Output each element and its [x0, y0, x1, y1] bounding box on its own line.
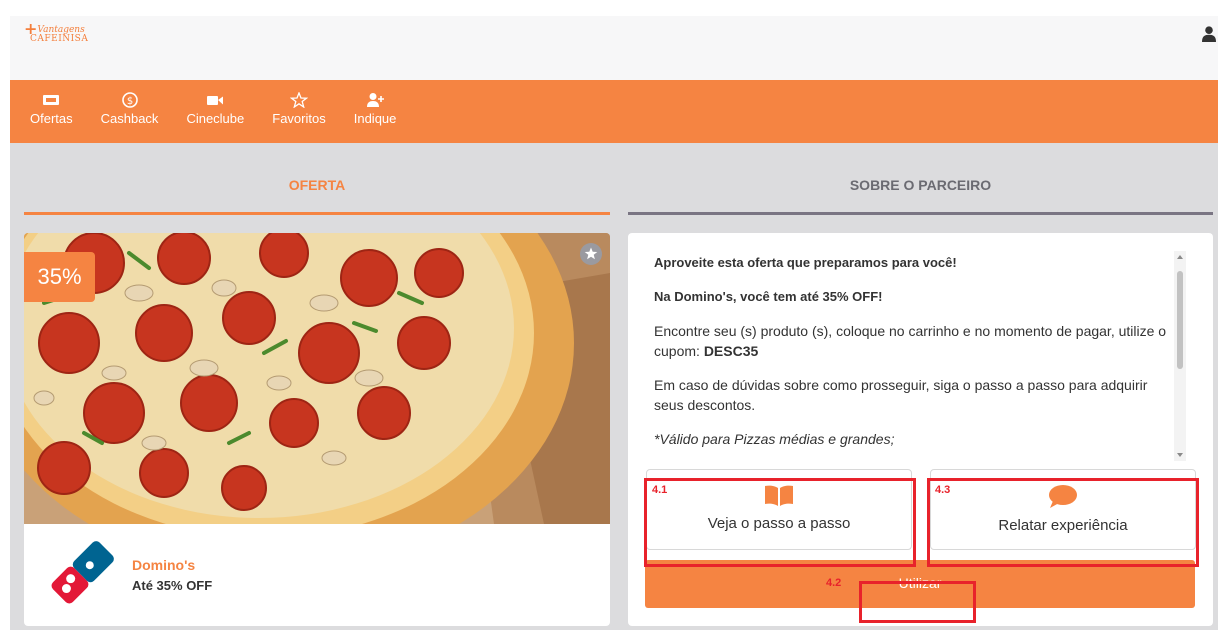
dollar-coin-icon: $: [121, 92, 138, 108]
description-headline: Na Domino's, você tem até 35% OFF!: [654, 289, 883, 304]
nav-label: Cashback: [100, 111, 159, 126]
nav-item-cineclube[interactable]: Cineclube: [186, 80, 244, 143]
svg-text:$: $: [126, 96, 132, 107]
app-frame: +Vantagens CAFEINISA Ofertas $ Cashback: [10, 16, 1218, 630]
favorite-button[interactable]: [580, 243, 602, 265]
offer-description: Aproveite esta oferta que preparamos par…: [654, 253, 1174, 461]
scroll-down-arrow-icon[interactable]: [1177, 453, 1183, 457]
highlight-box-4-3: [927, 478, 1199, 567]
highlight-label-4-2: 4.2: [826, 577, 842, 589]
description-help: Em caso de dúvidas sobre como prosseguir…: [654, 377, 1148, 413]
ticket-icon: [43, 95, 60, 105]
description-note: *Válido para Pizzas médias e grandes;: [654, 431, 895, 447]
nav-label: Indique: [353, 111, 397, 126]
user-plus-icon: [367, 93, 385, 107]
tab-oferta[interactable]: OFERTA: [24, 143, 610, 215]
nav-item-ofertas[interactable]: Ofertas: [30, 80, 73, 143]
partner-name: Domino's: [132, 557, 196, 573]
dominos-logo: [51, 541, 114, 604]
logo-text-line2: CAFEINISA: [30, 34, 89, 44]
user-account-icon[interactable]: [1202, 26, 1216, 42]
offer-details-card: Aproveite esta oferta que preparamos par…: [628, 233, 1213, 626]
description-scrollbar[interactable]: [1174, 251, 1186, 461]
star-icon: [584, 247, 598, 260]
description-instructions: Encontre seu (s) produto (s), coloque no…: [654, 321, 1174, 361]
deal-text: Até 35% OFF: [132, 578, 213, 593]
nav-label: Cineclube: [186, 111, 245, 126]
nav-item-favoritos[interactable]: Favoritos: [272, 80, 326, 143]
brand-logo[interactable]: +Vantagens CAFEINISA: [24, 21, 89, 54]
nav-label: Favoritos: [272, 111, 326, 126]
pizza-image: [24, 233, 610, 524]
highlight-box-4-2: [859, 581, 976, 623]
highlight-label-4-1: 4.1: [652, 484, 668, 496]
nav-item-cashback[interactable]: $ Cashback: [100, 80, 159, 143]
top-bar: +Vantagens CAFEINISA: [10, 16, 1218, 80]
highlight-label-4-3: 4.3: [935, 484, 951, 496]
discount-badge: 35%: [24, 252, 95, 302]
scroll-thumb[interactable]: [1177, 271, 1183, 369]
coupon-code: DESC35: [703, 343, 759, 359]
highlight-box-4-1: [644, 478, 916, 567]
nav-item-indique[interactable]: Indique: [353, 80, 397, 143]
offer-card: 35% Domino's Até 35% OFF: [24, 233, 610, 626]
scroll-up-arrow-icon[interactable]: [1177, 255, 1183, 259]
nav-label: Ofertas: [30, 111, 73, 126]
main-nav: Ofertas $ Cashback Cineclube Favoritos I…: [10, 80, 1218, 143]
description-intro: Aproveite esta oferta que preparamos par…: [654, 255, 957, 270]
star-outline-icon: [290, 92, 308, 108]
video-camera-icon: [207, 96, 224, 105]
tab-sobre-o-parceiro[interactable]: SOBRE O PARCEIRO: [628, 143, 1213, 215]
